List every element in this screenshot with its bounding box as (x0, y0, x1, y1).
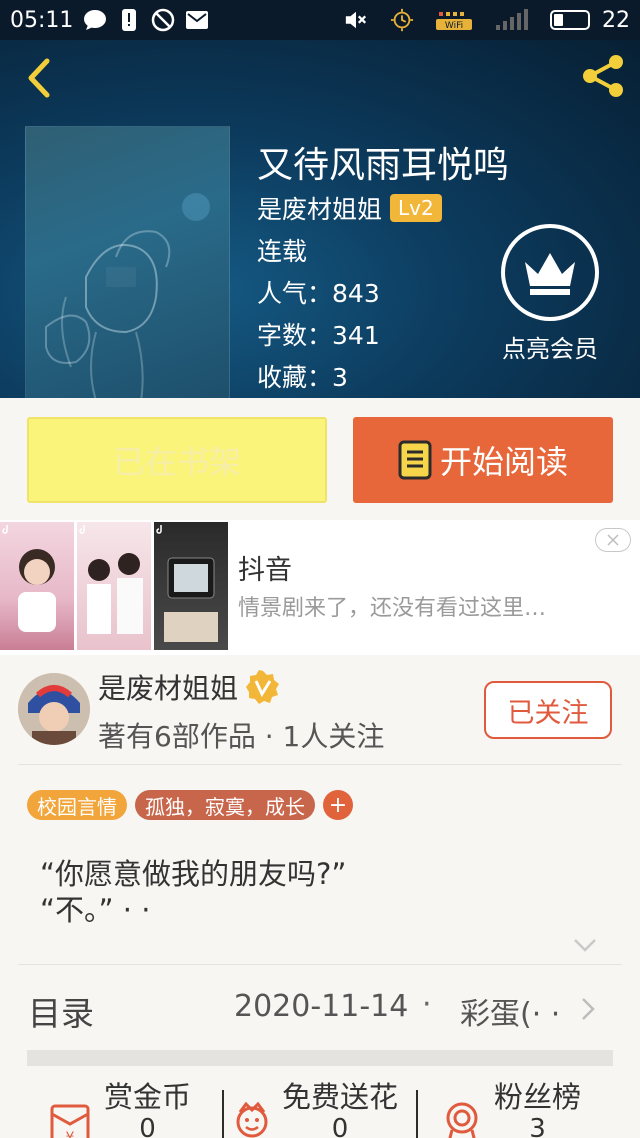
ad-description: 情景剧来了，还没有看过这里… (238, 596, 547, 621)
send-flower-button[interactable]: 免费送花 0 (232, 1080, 398, 1138)
tiktok-icon (156, 525, 162, 534)
book-author[interactable]: 是废材姐姐 (257, 190, 382, 226)
divider (222, 1090, 224, 1138)
ad-title: 抖音 (238, 555, 292, 586)
status-time: 05:11 (10, 7, 74, 33)
popularity-row: 人气：843 (257, 274, 380, 310)
ad-thumbnail[interactable] (77, 522, 151, 650)
follow-label: 已关注 (507, 697, 589, 729)
mail-icon (185, 8, 209, 32)
chat-icon (83, 8, 107, 32)
ad-close-button[interactable] (595, 528, 631, 552)
member-label: 点亮会员 (502, 335, 598, 363)
tag-list: 校园言情 孤独，寂寞，成长 + (27, 790, 353, 820)
ad-banner[interactable]: 抖音 情景剧来了，还没有看过这里… (0, 520, 640, 655)
word-count-row: 字数：341 (257, 316, 380, 352)
status-bar: 05:11 WiFi 22 (0, 0, 640, 40)
flower-count: 0 (331, 1114, 349, 1138)
action-bar: 已在书架 开始阅读 (0, 398, 640, 520)
chevron-left-icon (28, 58, 50, 98)
book-detail-page: 05:11 WiFi 22 又待风雨耳悦鸣 是废材姐姐 Lv2 连载 人气：84… (0, 0, 640, 1138)
fan-ranking-label: 粉丝榜 (494, 1080, 582, 1114)
book-status: 连载 (257, 237, 308, 266)
fan-ranking-button[interactable]: 粉丝榜 3 (440, 1080, 581, 1138)
red-envelope-icon: ¥ (50, 1104, 90, 1138)
popularity-label: 人气： (257, 279, 333, 308)
genre-tag[interactable]: 校园言情 (27, 790, 127, 820)
book-author-row[interactable]: 是废材姐姐 Lv2 (257, 190, 442, 226)
share-icon (583, 55, 623, 97)
separator-dot: · (422, 987, 432, 1022)
ad-thumbnail[interactable] (154, 522, 228, 650)
close-icon (607, 534, 619, 546)
synopsis[interactable]: “你愿意做我的朋友吗?” “不。” · · (40, 856, 346, 928)
svg-text:¥: ¥ (66, 1130, 75, 1138)
flower-icon (236, 1101, 268, 1138)
word-count-label: 字数： (257, 321, 333, 350)
battery-level: 22 (602, 7, 630, 33)
reward-button[interactable]: ¥ 赏金币 0 (48, 1080, 191, 1138)
bookshelf-button[interactable]: 已在书架 (27, 417, 327, 503)
start-reading-label: 开始阅读 (439, 443, 568, 481)
share-button[interactable] (580, 52, 628, 100)
reward-label: 赏金币 (104, 1080, 192, 1114)
tiktok-icon (79, 525, 85, 534)
synopsis-line: “你愿意做我的朋友吗?” (40, 857, 347, 891)
add-tag-button[interactable]: + (323, 790, 353, 820)
ad-thumbnail[interactable] (0, 522, 74, 650)
author-name-row[interactable]: 是废材姐姐 (98, 667, 280, 707)
catalog-row[interactable]: 目录 2020-11-14 · 彩蛋(· · (0, 965, 640, 1053)
wifi-label: WiFi (445, 21, 463, 31)
level-badge: Lv2 (390, 194, 442, 222)
section-separator (27, 1050, 613, 1066)
author-card: 是废材姐姐 著有6部作品 · 1人关注 已关注 (0, 655, 640, 765)
signal-icon (494, 8, 528, 32)
latest-chapter: 彩蛋(· · (460, 997, 561, 1032)
start-reading-button[interactable]: 开始阅读 (353, 417, 613, 503)
divider (416, 1090, 418, 1138)
fan-count: 3 (529, 1114, 546, 1138)
member-button[interactable]: 点亮会员 (496, 224, 604, 364)
interaction-row: ¥ 赏金币 0 免费送花 0 粉丝榜 3 (0, 1080, 640, 1138)
synopsis-line: “不。” · · (40, 893, 151, 927)
book-header: 又待风雨耳悦鸣 是废材姐姐 Lv2 连载 人气：843 字数：341 收藏：3 … (0, 40, 640, 398)
medal-icon (446, 1102, 478, 1138)
avatar[interactable] (18, 673, 90, 745)
popularity-value: 843 (332, 279, 380, 308)
chevron-down-icon[interactable] (572, 936, 598, 954)
bookshelf-label: 已在书架 (112, 443, 241, 481)
latest-update-date: 2020-11-14 (234, 989, 409, 1024)
send-flower-label: 免费送花 (282, 1080, 399, 1114)
alert-icon (117, 8, 141, 32)
tiktok-icon (2, 525, 8, 534)
mute-icon (344, 8, 368, 32)
battery-icon (550, 10, 590, 30)
catalog-label: 目录 (28, 994, 94, 1033)
alarm-icon (390, 8, 414, 32)
wifi-icon: WiFi (436, 8, 472, 32)
divider (18, 764, 622, 765)
author-name[interactable]: 是废材姐姐 (98, 667, 238, 707)
follow-button[interactable]: 已关注 (484, 681, 612, 739)
block-icon (151, 8, 175, 32)
word-count-value: 341 (332, 321, 380, 350)
back-button[interactable] (18, 58, 58, 98)
crown-icon (501, 224, 599, 321)
favorites-row: 收藏：3 (257, 358, 348, 394)
favorites-label: 收藏： (257, 363, 333, 392)
verified-icon (246, 670, 280, 704)
reward-count: 0 (139, 1114, 156, 1138)
book-cover[interactable] (25, 126, 230, 398)
chevron-right-icon (582, 998, 595, 1020)
book-title: 又待风雨耳悦鸣 (257, 145, 510, 186)
author-stats: 著有6部作品 · 1人关注 (98, 720, 385, 753)
keywords-tag[interactable]: 孤独，寂寞，成长 (135, 790, 315, 820)
book-icon (398, 440, 432, 480)
favorites-value: 3 (332, 363, 348, 392)
